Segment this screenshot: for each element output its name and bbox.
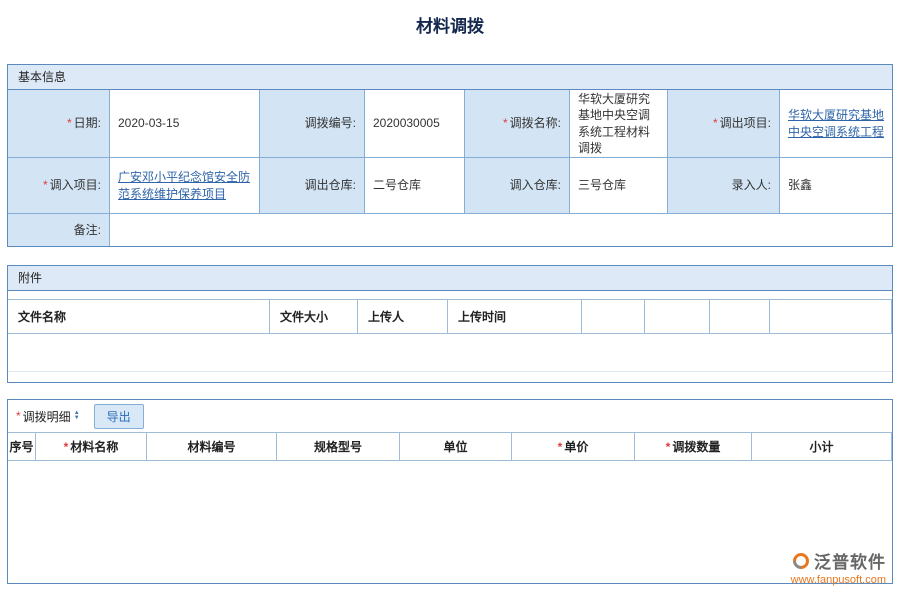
remark-label: 备注: [8, 214, 110, 246]
details-table-body [8, 461, 892, 583]
details-title: * 调拨明细 ▲ ▼ [16, 408, 80, 425]
sort-icon[interactable]: ▲ ▼ [74, 411, 80, 421]
required-marker: * [16, 409, 21, 423]
transfer-name-value: 华软大厦研究基地中央空调系统工程材料调拨 [570, 90, 668, 158]
out-project-label: * 调出项目: [668, 90, 780, 158]
attachments-header: 附件 [8, 266, 892, 291]
col-empty-4 [770, 300, 892, 333]
basic-info-section: 基本信息 * 日期: 2020-03-15 调拨编号: 2020030005 *… [7, 64, 893, 247]
col-transfer-qty: * 调拨数量 [635, 433, 752, 460]
recorder-value: 张鑫 [780, 158, 892, 214]
out-warehouse-value: 二号仓库 [365, 158, 465, 214]
transfer-no-label: 调拨编号: [260, 90, 365, 158]
required-marker: * [558, 440, 563, 454]
brand-url[interactable]: www.fanpusoft.com [791, 574, 886, 586]
required-marker: * [666, 440, 671, 454]
details-toolbar: * 调拨明细 ▲ ▼ 导出 [8, 400, 892, 432]
in-project-label: * 调入项目: [8, 158, 110, 214]
date-label: * 日期: [8, 90, 110, 158]
col-file-size: 文件大小 [270, 300, 358, 333]
transfer-name-label: * 调拨名称: [465, 90, 570, 158]
col-unit: 单位 [400, 433, 512, 460]
col-empty-1 [582, 300, 645, 333]
col-spec-model: 规格型号 [277, 433, 400, 460]
required-marker: * [713, 115, 718, 131]
in-warehouse-value: 三号仓库 [570, 158, 668, 214]
brand-watermark: 泛普软件 www.fanpusoft.com [791, 548, 886, 586]
attachments-table-header: 文件名称 文件大小 上传人 上传时间 [8, 299, 892, 334]
attachments-section: 附件 文件名称 文件大小 上传人 上传时间 [7, 265, 893, 383]
attachments-empty-row [8, 334, 892, 372]
fanpu-logo-icon [790, 549, 813, 572]
transfer-no-value: 2020030005 [365, 90, 465, 158]
in-project-value: 广安邓小平纪念馆安全防范系统维护保养项目 [110, 158, 260, 214]
basic-info-grid: * 日期: 2020-03-15 调拨编号: 2020030005 * 调拨名称… [8, 90, 892, 246]
col-uploader: 上传人 [358, 300, 448, 333]
page-title: 材料调拨 [0, 16, 900, 38]
remark-value [110, 214, 892, 246]
out-warehouse-label: 调出仓库: [260, 158, 365, 214]
sort-down-icon: ▼ [74, 416, 80, 421]
date-value: 2020-03-15 [110, 90, 260, 158]
col-upload-time: 上传时间 [448, 300, 582, 333]
in-project-link[interactable]: 广安邓小平纪念馆安全防范系统维护保养项目 [118, 169, 251, 201]
col-empty-2 [645, 300, 710, 333]
in-warehouse-label: 调入仓库: [465, 158, 570, 214]
col-file-name: 文件名称 [8, 300, 270, 333]
col-material-name: * 材料名称 [36, 433, 147, 460]
export-button[interactable]: 导出 [94, 404, 144, 429]
required-marker: * [43, 177, 48, 193]
attachments-table-wrap: 文件名称 文件大小 上传人 上传时间 [8, 291, 892, 382]
col-seq: 序号 [8, 433, 36, 460]
required-marker: * [503, 115, 508, 131]
out-project-link[interactable]: 华软大厦研究基地中央空调系统工程 [788, 107, 884, 139]
required-marker: * [67, 115, 72, 131]
required-marker: * [64, 440, 69, 454]
col-material-no: 材料编号 [147, 433, 277, 460]
col-empty-3 [710, 300, 770, 333]
out-project-value: 华软大厦研究基地中央空调系统工程 [780, 90, 892, 158]
basic-info-header: 基本信息 [8, 65, 892, 90]
details-section: * 调拨明细 ▲ ▼ 导出 序号 * 材料名称 材料编号 规格型号 单位 * 单… [7, 399, 893, 584]
col-subtotal: 小计 [752, 433, 892, 460]
brand-name: 泛普软件 [814, 548, 886, 573]
col-unit-price: * 单价 [512, 433, 635, 460]
recorder-label: 录入人: [668, 158, 780, 214]
details-table-header: 序号 * 材料名称 材料编号 规格型号 单位 * 单价 * 调拨数量 小计 [8, 432, 892, 461]
